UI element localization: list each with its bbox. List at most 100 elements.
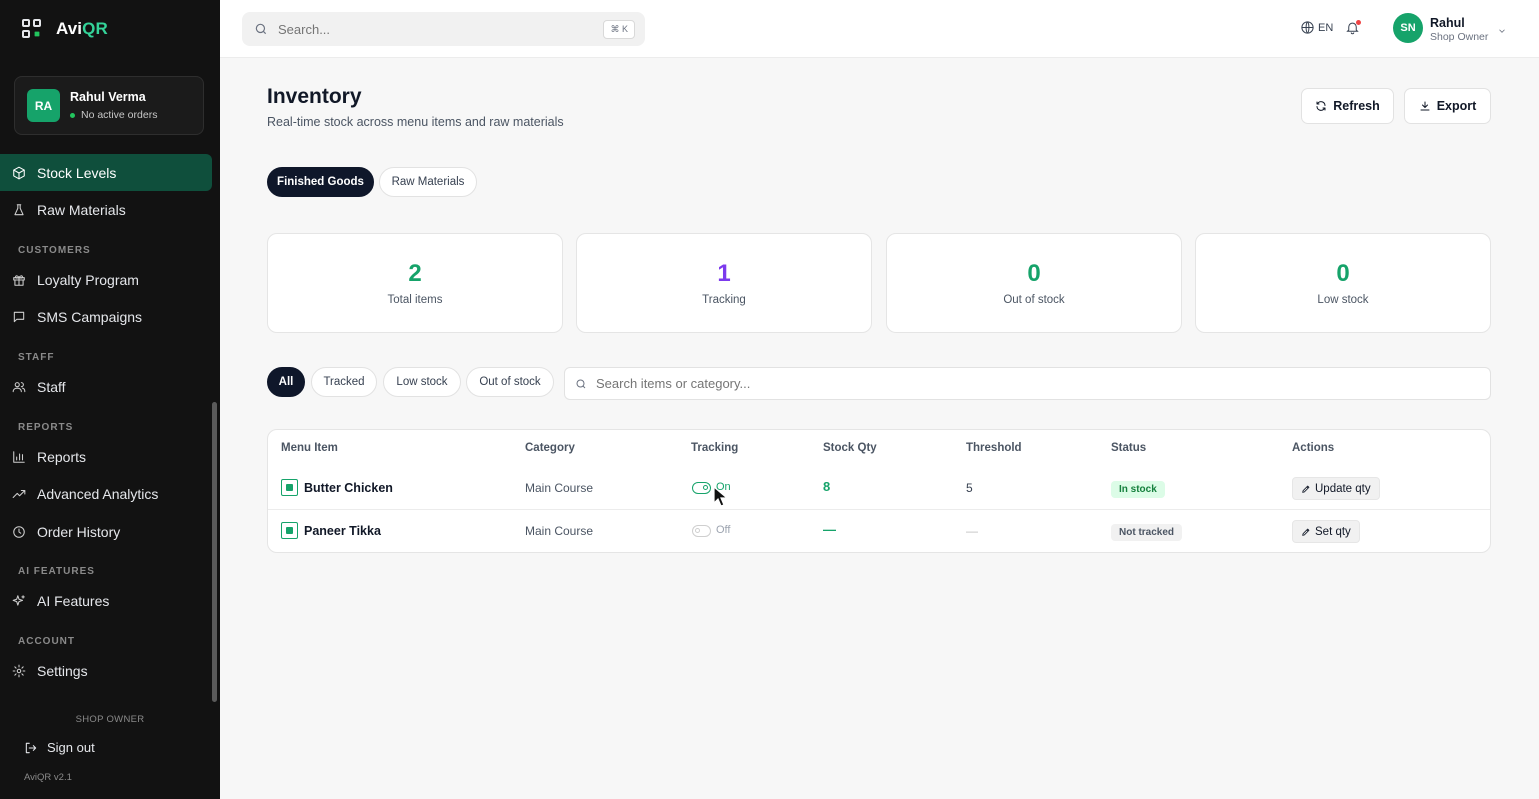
stat-label: Low stock [1317,294,1369,306]
stat-label: Tracking [702,294,746,306]
users-icon [12,381,26,392]
user-status: No active orders [70,109,157,121]
col-header-tracking[interactable]: Tracking [691,442,738,454]
role-label: SHOP OWNER [75,714,145,725]
filter-low-stock[interactable]: Low stock [383,367,461,397]
flask-icon [14,203,24,215]
topbar-user-role: Shop Owner [1430,31,1489,43]
item-category: Main Course [525,481,594,495]
stat-tracking: 1 Tracking [576,233,872,333]
stock-qty: — [823,522,836,537]
filter-all[interactable]: All [267,367,305,397]
item-category: Main Course [525,524,594,538]
notifications-button[interactable] [1345,20,1361,40]
refresh-button[interactable]: Refresh [1301,88,1394,124]
status-dot-icon [70,112,75,118]
table-row[interactable]: Butter Chicken Main Course On 8 5 In sto… [268,467,1490,510]
gift-icon [13,274,25,286]
stat-value: 0 [1336,260,1350,287]
section-reports: REPORTS [18,422,74,433]
global-search[interactable]: ⌘ K [242,12,645,46]
tab-raw-materials[interactable]: Raw Materials [379,167,477,197]
pencil-icon [1302,528,1310,536]
item-name: Butter Chicken [304,481,393,495]
sparkles-icon [12,594,25,606]
update-qty-button[interactable]: Update qty [1292,477,1380,500]
page-subtitle: Real-time stock across menu items and ra… [267,115,564,129]
stat-total-items: 2 Total items [267,233,563,333]
col-header-actions: Actions [1292,442,1335,454]
sidebar: AviQR RA Rahul Verma No active orders St… [0,0,220,799]
app-version: AviQR v2.1 [24,772,72,783]
stat-low-stock: 0 Low stock [1195,233,1491,333]
sidebar-item-loyalty[interactable]: Loyalty Program [0,261,212,298]
item-name: Paneer Tikka [304,524,381,538]
section-staff: STAFF [18,352,55,363]
threshold-value: — [966,524,978,538]
sidebar-item-stock-levels[interactable]: Stock Levels [0,154,212,191]
tracking-toggle[interactable] [692,525,711,537]
col-header-status[interactable]: Status [1111,442,1146,454]
sidebar-item-ai-features[interactable]: AI Features [0,582,212,619]
app-name: AviQR [56,19,108,38]
download-icon [1420,101,1430,111]
qr-logo-icon [22,19,42,39]
stat-label: Total items [387,294,443,306]
user-menu[interactable]: Rahul Shop Owner [1430,16,1488,43]
col-header-qty[interactable]: Stock Qty [823,442,877,454]
inventory-search[interactable] [564,367,1491,400]
col-header-category[interactable]: Category [525,442,575,454]
sign-out-button[interactable]: Sign out [24,740,95,755]
status-badge: Not tracked [1111,524,1183,541]
search-icon [576,379,586,388]
veg-icon [281,522,298,539]
inventory-search-input[interactable] [596,376,1396,391]
export-button[interactable]: Export [1404,88,1491,124]
globe-icon [1301,21,1314,34]
sidebar-item-raw-materials[interactable]: Raw Materials [0,191,212,228]
tracking-label: Off [716,524,731,536]
notification-dot [1356,20,1361,25]
language-switcher[interactable]: EN [1300,20,1333,35]
chat-icon [13,311,25,322]
filter-tracked[interactable]: Tracked [311,367,377,397]
sidebar-item-settings[interactable]: Settings [0,652,212,689]
veg-icon [281,479,298,496]
chevron-down-icon[interactable] [1497,23,1507,33]
gear-icon [12,664,26,677]
set-qty-button[interactable]: Set qty [1292,520,1360,543]
sidebar-item-sms[interactable]: SMS Campaigns [0,298,212,335]
sidebar-user-card[interactable]: RA Rahul Verma No active orders [14,76,204,135]
clock-icon [13,525,25,538]
topbar: ⌘ K EN SN Rahul Shop Owner [220,0,1539,58]
logout-icon [25,742,37,753]
search-icon [255,23,267,35]
filter-out-of-stock[interactable]: Out of stock [466,367,554,397]
sidebar-item-staff[interactable]: Staff [0,368,212,405]
sidebar-item-analytics[interactable]: Advanced Analytics [0,475,212,512]
tab-finished-goods[interactable]: Finished Goods [267,167,374,197]
section-account: ACCOUNT [18,636,75,647]
tracking-toggle[interactable] [692,482,711,494]
stat-value: 1 [717,260,731,287]
col-header-threshold[interactable]: Threshold [966,442,1022,454]
section-customers: CUSTOMERS [18,245,91,256]
stat-value: 0 [1027,260,1041,287]
table-row[interactable]: Paneer Tikka Main Course Off — — Not tra… [268,510,1490,552]
section-ai: AI FEATURES [18,566,95,577]
pencil-icon [1302,485,1310,493]
topbar-user-name: Rahul [1430,16,1465,30]
global-search-input[interactable] [278,21,568,37]
sidebar-item-reports[interactable]: Reports [0,438,212,475]
threshold-value: 5 [966,481,973,495]
app-logo[interactable]: AviQR [22,19,108,39]
avatar[interactable]: SN [1393,13,1423,43]
sidebar-item-order-history[interactable]: Order History [0,513,212,550]
stat-label: Out of stock [1003,294,1065,306]
inventory-table: Menu Item Category Tracking Stock Qty Th… [267,429,1491,553]
bar-chart-icon [13,450,25,463]
col-header-item[interactable]: Menu Item [281,442,338,454]
sidebar-scrollbar[interactable] [212,402,217,702]
cube-icon [13,166,25,179]
refresh-icon [1316,101,1326,111]
